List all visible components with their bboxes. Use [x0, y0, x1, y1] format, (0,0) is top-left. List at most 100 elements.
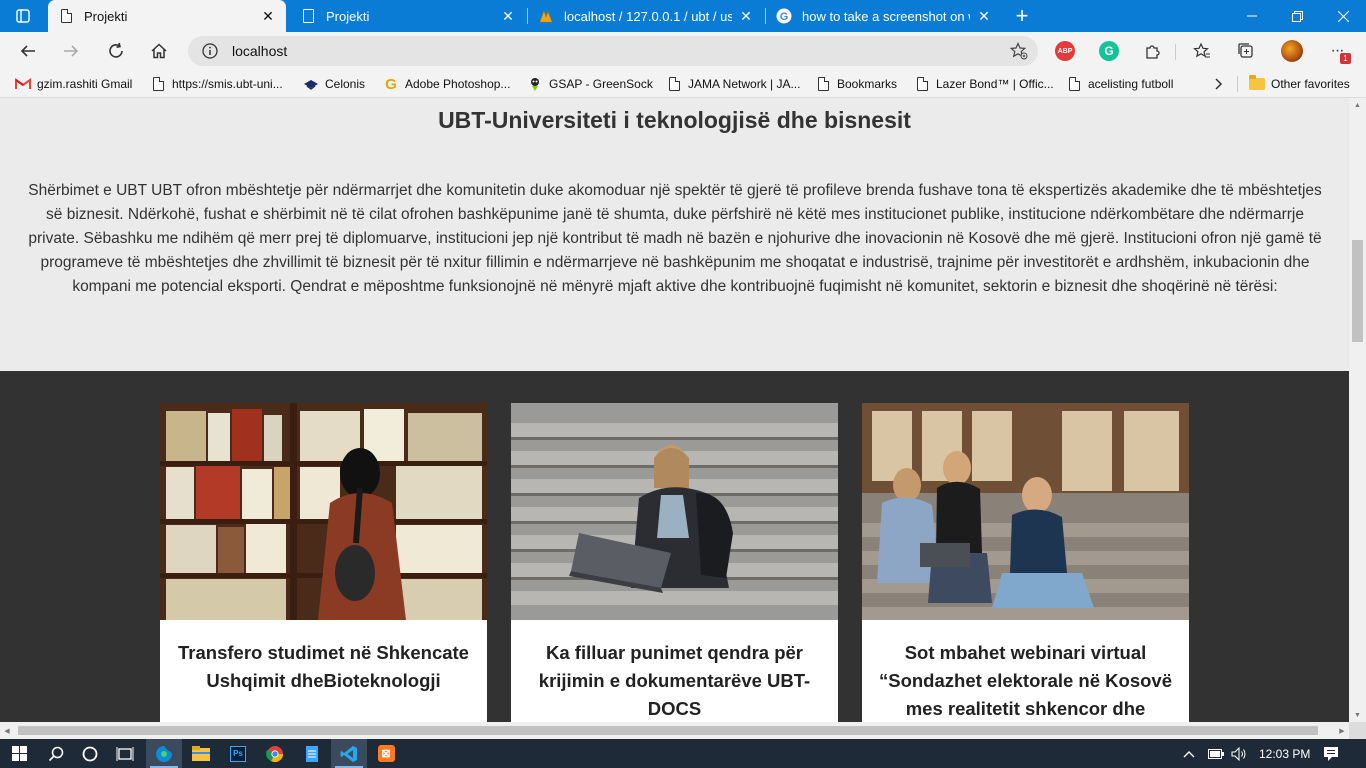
svg-text:G: G: [780, 11, 789, 23]
intro-paragraph: Shërbimet e UBT UBT ofron mbështetje për…: [28, 182, 1322, 295]
other-favorites[interactable]: Other favorites: [1249, 70, 1350, 98]
news-card[interactable]: Transfero studimet në Shkencate Ushqimit…: [160, 403, 487, 722]
profile-button[interactable]: [1280, 39, 1304, 63]
info-icon[interactable]: [188, 43, 232, 59]
bookmark-lazer-bond[interactable]: Lazer Bond™ | Offic...: [914, 70, 1054, 98]
home-icon: [151, 43, 167, 59]
collections-button[interactable]: [1234, 39, 1258, 63]
taskbar-xampp[interactable]: ⊠: [368, 739, 404, 768]
close-tab-icon[interactable]: ✕: [260, 8, 276, 25]
restore-button[interactable]: [1274, 0, 1320, 32]
g-icon: G: [385, 75, 397, 93]
bookmark-acelisting[interactable]: acelisting futboll: [1066, 70, 1173, 98]
horizontal-scrollbar[interactable]: ◀ ▶: [0, 722, 1349, 739]
page-icon: [300, 8, 316, 24]
tab-phpmyadmin[interactable]: localhost / 127.0.0.1 / ubt / users ✕: [528, 0, 764, 32]
news-card-title: Sot mbahet webinari virtual “Sondazhet e…: [878, 642, 1172, 719]
news-section: Transfero studimet në Shkencate Ushqimit…: [0, 371, 1349, 722]
bookmark-adobe-photoshop[interactable]: G Adobe Photoshop...: [383, 70, 510, 98]
bookmark-label: JAMA Network | JA...: [688, 77, 801, 91]
news-card[interactable]: Ka filluar punimet qendra për krijimin e…: [511, 403, 838, 722]
close-window-button[interactable]: [1320, 0, 1366, 32]
gsap-icon: [527, 76, 543, 92]
taskbar-photoshop[interactable]: Ps: [220, 739, 256, 768]
grammarly-icon: G: [1099, 41, 1119, 61]
google-icon: G: [776, 8, 792, 24]
page-icon: [58, 8, 74, 24]
scroll-down-icon[interactable]: ▼: [1349, 708, 1366, 722]
notifications-button[interactable]: [1323, 739, 1339, 768]
settings-more-button[interactable]: ··· 1: [1325, 39, 1351, 64]
scroll-up-icon[interactable]: ▲: [1349, 98, 1366, 112]
new-tab-button[interactable]: +: [1010, 0, 1034, 32]
search-icon: [48, 746, 64, 761]
library-bookshelf-photo: [160, 403, 487, 620]
vertical-scroll-thumb[interactable]: [1352, 240, 1363, 342]
clock[interactable]: 12:03 PM: [1259, 739, 1310, 768]
horizontal-scroll-thumb[interactable]: [18, 726, 1318, 735]
tab-projekti[interactable]: Projekti ✕: [290, 0, 526, 32]
browser-toolbar: localhost ABP G ··· 1: [0, 32, 1366, 70]
news-card[interactable]: Sot mbahet webinari virtual “Sondazhet e…: [862, 403, 1189, 722]
favorites-button[interactable]: [1190, 39, 1214, 63]
scroll-corner: [1349, 722, 1366, 739]
more-bookmarks-button[interactable]: [1213, 70, 1223, 98]
bookmark-gsap[interactable]: GSAP - GreenSock: [527, 70, 653, 98]
tab-actions-button[interactable]: [0, 0, 46, 32]
cortana-button[interactable]: [72, 739, 108, 768]
home-button[interactable]: [143, 35, 175, 67]
scroll-right-icon[interactable]: ▶: [1335, 722, 1349, 739]
scroll-left-icon[interactable]: ◀: [0, 722, 14, 739]
puzzle-icon: [1146, 45, 1160, 59]
battery-button[interactable]: [1208, 739, 1224, 768]
taskbar-file-explorer[interactable]: [183, 739, 219, 768]
bookmark-jama[interactable]: JAMA Network | JA...: [666, 70, 800, 98]
windows-taskbar: Ps ⊠ 12:03 PM: [0, 739, 1366, 768]
vertical-scrollbar[interactable]: ▲ ▼: [1349, 98, 1366, 722]
add-favorite-icon[interactable]: [1009, 42, 1028, 64]
close-tab-icon[interactable]: ✕: [500, 8, 516, 25]
close-tab-icon[interactable]: ✕: [738, 8, 754, 25]
gmail-icon: [15, 76, 31, 92]
close-tab-icon[interactable]: ✕: [976, 8, 992, 25]
page-title: UBT-Universiteti i teknologjisë dhe bisn…: [438, 107, 911, 133]
volume-button[interactable]: [1231, 739, 1247, 768]
refresh-button[interactable]: [100, 35, 132, 67]
bookmark-gmail[interactable]: gzim.rashiti Gmail: [15, 70, 132, 98]
edge-icon: [156, 745, 172, 762]
notepad-icon: [306, 745, 318, 762]
back-arrow-icon: [20, 45, 35, 57]
bookmark-celonis[interactable]: Celonis: [303, 70, 365, 98]
vscode-icon: [340, 745, 357, 762]
minimize-button[interactable]: [1229, 0, 1275, 32]
clock-time: 12:03 PM: [1259, 746, 1311, 761]
task-view-button[interactable]: [107, 739, 143, 768]
avatar: [1281, 40, 1303, 62]
adblock-plus-button[interactable]: ABP: [1053, 39, 1077, 63]
taskbar-notepad[interactable]: [294, 739, 330, 768]
forward-button[interactable]: [55, 35, 87, 67]
tab-projekti-active[interactable]: Projekti ✕: [48, 0, 286, 32]
start-button[interactable]: [0, 739, 38, 768]
page-icon: [150, 76, 166, 92]
address-bar[interactable]: localhost: [188, 36, 1038, 66]
extensions-button[interactable]: [1141, 39, 1165, 63]
taskbar-edge[interactable]: [146, 739, 182, 768]
page-viewport: UBT-Universiteti i teknologjisë dhe bisn…: [0, 98, 1349, 722]
back-button[interactable]: [12, 35, 44, 67]
taskbar-vscode[interactable]: [331, 739, 367, 768]
search-button[interactable]: [38, 739, 74, 768]
show-hidden-icons-button[interactable]: [1183, 739, 1195, 768]
news-card-title: Transfero studimet në Shkencate Ushqimit…: [178, 642, 469, 691]
windows-logo-icon: [11, 746, 27, 761]
photoshop-icon: Ps: [230, 745, 246, 762]
grammarly-button[interactable]: G: [1097, 39, 1121, 63]
bookmark-smis[interactable]: https://smis.ubt-uni...: [150, 70, 283, 98]
bookmark-bookmarks[interactable]: Bookmarks: [815, 70, 897, 98]
students-stairs-photo: [862, 403, 1189, 620]
taskbar-chrome[interactable]: [257, 739, 293, 768]
bookmark-label: Adobe Photoshop...: [405, 77, 511, 91]
tab-title: Projekti: [326, 8, 370, 24]
url-text: localhost: [232, 43, 288, 59]
tab-google-search[interactable]: G how to take a screenshot on windows ✕: [766, 0, 1002, 32]
